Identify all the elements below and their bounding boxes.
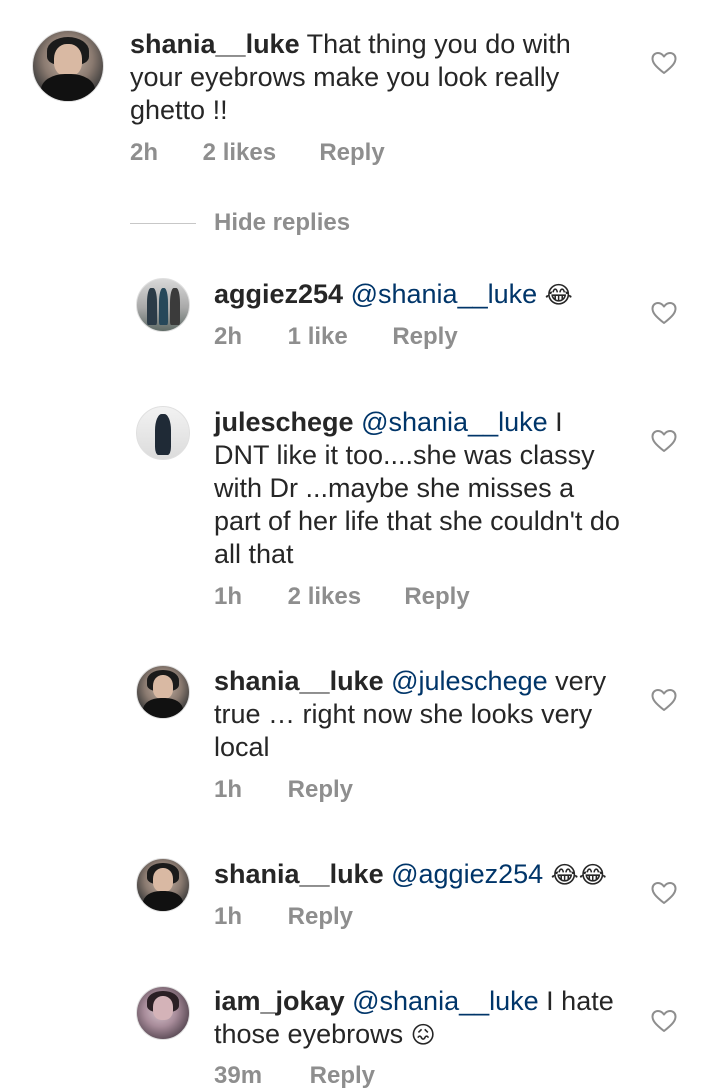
comment-meta: 1h 2 likes Reply [214, 583, 470, 611]
like-button[interactable] [651, 429, 677, 453]
reply-button[interactable]: Reply [404, 583, 469, 611]
reply-button[interactable]: Reply [288, 903, 353, 931]
comment-mention[interactable]: @aggiez254 [391, 859, 543, 889]
avatar[interactable] [32, 30, 104, 102]
avatar-figure [158, 288, 169, 325]
avatar-body [143, 891, 183, 911]
avatar-face [54, 43, 82, 76]
avatar-face [152, 868, 174, 893]
avatar-face [152, 996, 174, 1021]
comment-time: 1h [214, 776, 243, 803]
avatar-figure [154, 414, 172, 455]
like-button[interactable] [651, 1009, 677, 1033]
comment-username[interactable]: juleschege [214, 407, 354, 437]
comment-text-block: shania__luke @aggiez254 😂😂 [214, 858, 634, 891]
reply-button[interactable]: Reply [288, 776, 353, 804]
comment-meta: 2h 2 likes Reply [130, 139, 385, 167]
comment-likes[interactable]: 2 likes [288, 583, 398, 611]
comment-text-block: juleschege @shania__luke I DNT like it t… [214, 406, 624, 571]
heart-outline-icon [651, 430, 677, 452]
comment-likes[interactable]: 1 like [288, 323, 386, 351]
avatar-body [41, 74, 95, 101]
heart-outline-icon [651, 302, 677, 324]
tears-of-joy-emoji: 😂😂 [550, 861, 607, 889]
comment-text-block: shania__luke That thing you do with your… [130, 28, 600, 127]
avatar-face [152, 675, 174, 700]
hide-replies-label[interactable]: Hide replies [214, 209, 350, 237]
like-button[interactable] [651, 301, 677, 325]
comment-text-block: aggiez254 @shania__luke 😂 [214, 278, 634, 311]
comment-mention[interactable]: @shania__luke [352, 986, 539, 1016]
like-button[interactable] [651, 881, 677, 905]
comment-username[interactable]: shania__luke [130, 29, 300, 59]
comment-mention[interactable]: @shania__luke [351, 279, 538, 309]
comment-time: 39m [214, 1062, 263, 1089]
heart-outline-icon [651, 882, 677, 904]
reply-button[interactable]: Reply [392, 323, 457, 351]
comment-time: 1h [214, 903, 243, 930]
avatar-figure [170, 288, 180, 325]
comment-mention[interactable]: @juleschege [391, 666, 548, 696]
avatar[interactable] [136, 858, 190, 912]
comment-mention[interactable]: @shania__luke [361, 407, 548, 437]
tears-of-joy-emoji: 😂 [544, 281, 573, 309]
confounded-face-emoji: 😖 [410, 1021, 436, 1049]
comment-meta: 2h 1 like Reply [214, 323, 458, 351]
comment-username[interactable]: aggiez254 [214, 279, 343, 309]
like-button[interactable] [651, 51, 677, 75]
avatar[interactable] [136, 665, 190, 719]
heart-outline-icon [651, 1010, 677, 1032]
comment-likes[interactable]: 2 likes [203, 139, 313, 167]
reply-button[interactable]: Reply [319, 139, 384, 167]
comment-meta: 1h Reply [214, 776, 353, 804]
avatar-body [143, 698, 183, 718]
comment-time: 1h [214, 583, 243, 610]
avatar[interactable] [136, 406, 190, 460]
heart-outline-icon [651, 52, 677, 74]
avatar[interactable] [136, 278, 190, 332]
comment-username[interactable]: iam_jokay [214, 986, 345, 1016]
comment-username[interactable]: shania__luke [214, 666, 384, 696]
comment-text-block: iam_jokay @shania__luke I hate those eye… [214, 985, 624, 1051]
comment-meta: 1h Reply [214, 903, 353, 931]
comment-username[interactable]: shania__luke [214, 859, 384, 889]
reply-button[interactable]: Reply [310, 1062, 375, 1090]
avatar[interactable] [136, 986, 190, 1040]
hide-replies-divider [130, 222, 196, 224]
avatar-figure [147, 288, 157, 325]
comment-time: 2h [214, 323, 243, 350]
comment-meta: 39m Reply [214, 1062, 375, 1090]
like-button[interactable] [651, 688, 677, 712]
hide-replies-toggle[interactable]: Hide replies [130, 208, 350, 238]
comment-time: 2h [130, 139, 159, 166]
comment-text-block: shania__luke @juleschege very true … rig… [214, 665, 614, 764]
heart-outline-icon [651, 689, 677, 711]
